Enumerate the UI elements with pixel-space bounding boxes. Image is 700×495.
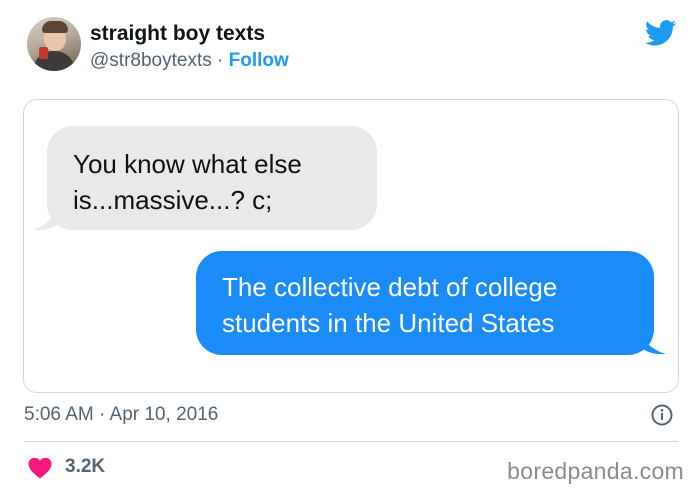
heart-icon[interactable] bbox=[28, 457, 52, 479]
handle-separator: · bbox=[217, 50, 224, 71]
author-name[interactable]: straight boy texts bbox=[90, 22, 265, 46]
author-handle[interactable]: @str8boytexts bbox=[90, 50, 212, 71]
tweet-header: straight boy texts @str8boytexts · Follo… bbox=[27, 16, 682, 86]
watermark: boredpanda.com bbox=[507, 458, 684, 484]
incoming-message-bubble: You know what else is...massive...? c; bbox=[47, 126, 377, 230]
info-icon[interactable] bbox=[650, 403, 674, 427]
outgoing-message-bubble: The collective debt of college students … bbox=[196, 251, 654, 355]
author-handle-row: @str8boytexts · Follow bbox=[90, 50, 289, 72]
like-count: 3.2K bbox=[65, 456, 106, 477]
twitter-bird-icon[interactable] bbox=[645, 20, 677, 46]
tweet-card: straight boy texts @str8boytexts · Follo… bbox=[0, 0, 700, 495]
tweet-timestamp[interactable]: 5:06 AM · Apr 10, 2016 bbox=[24, 404, 218, 426]
follow-button[interactable]: Follow bbox=[229, 50, 289, 71]
footer-divider bbox=[24, 441, 678, 442]
avatar[interactable] bbox=[27, 17, 81, 71]
conversation-image[interactable]: You know what else is...massive...? c; T… bbox=[23, 99, 679, 393]
